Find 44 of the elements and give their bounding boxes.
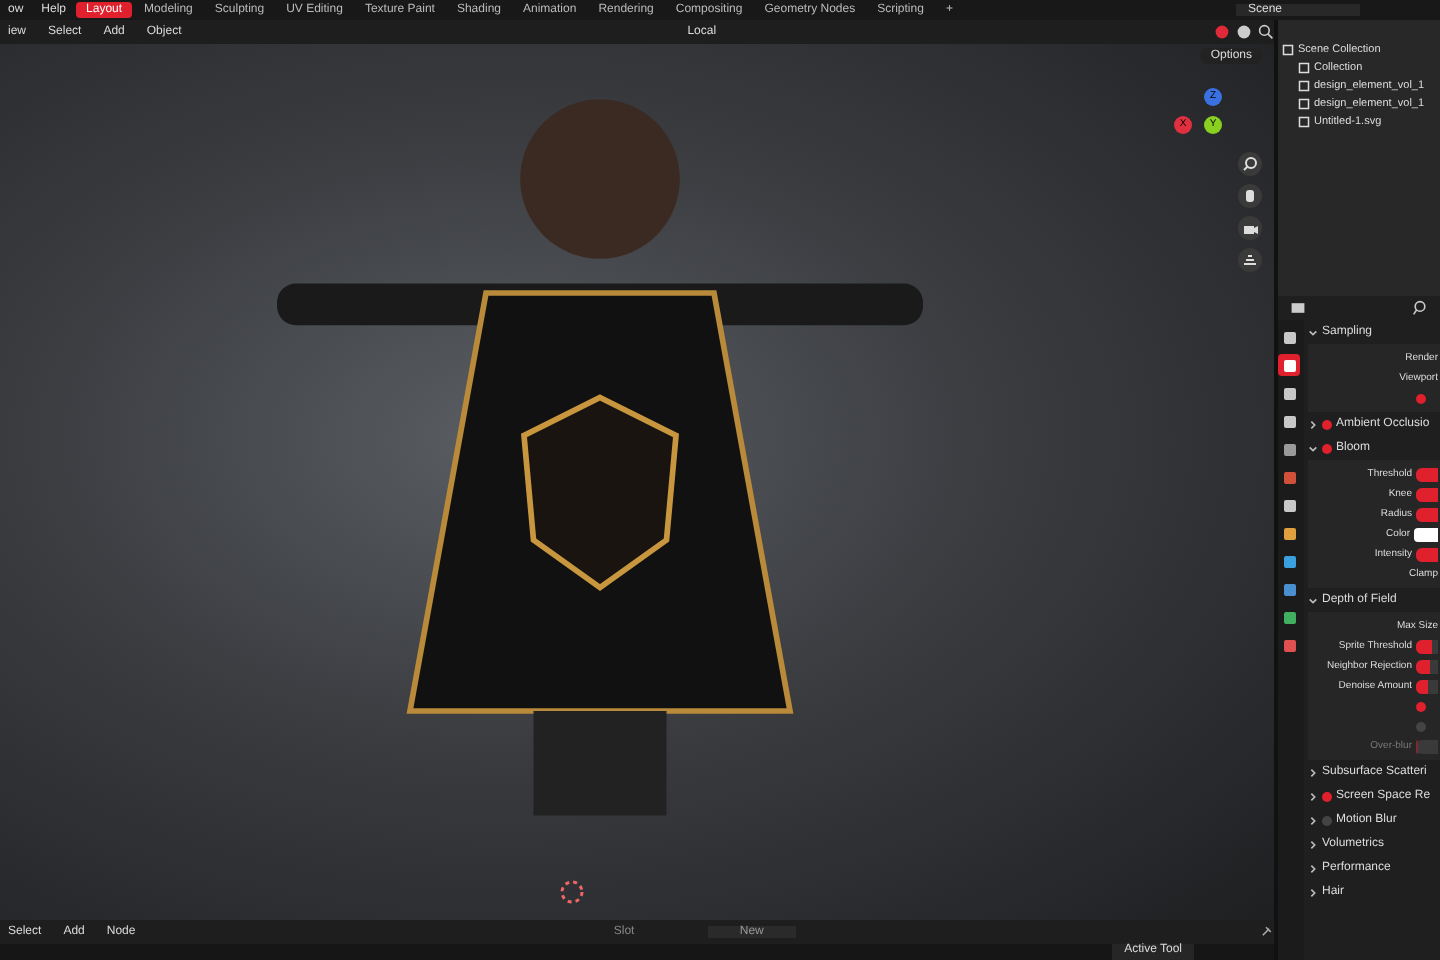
- properties-tab[interactable]: [1278, 382, 1300, 404]
- properties-tab[interactable]: [1278, 410, 1300, 432]
- solid-shading-icon[interactable]: [1236, 24, 1253, 40]
- enable-checkbox[interactable]: [1322, 419, 1332, 429]
- pin-icon[interactable]: [1258, 924, 1275, 940]
- 3d-cursor-icon: [560, 880, 584, 904]
- enable-checkbox[interactable]: [1322, 443, 1332, 453]
- value-slider[interactable]: [1416, 467, 1438, 481]
- search-icon[interactable]: [1258, 24, 1275, 40]
- value-slider[interactable]: [1416, 659, 1431, 673]
- chevron-icon: [1308, 419, 1318, 429]
- properties-tab[interactable]: [1278, 494, 1300, 516]
- chevron-icon: [1308, 887, 1318, 897]
- editor-type-icon[interactable]: [1290, 300, 1306, 316]
- chevron-icon: [1308, 839, 1318, 849]
- checkbox[interactable]: [1416, 721, 1426, 731]
- properties-tab[interactable]: [1278, 354, 1300, 376]
- enable-checkbox[interactable]: [1322, 791, 1332, 801]
- shading-icon[interactable]: [1214, 24, 1231, 40]
- enable-checkbox[interactable]: [1322, 815, 1332, 825]
- checkbox[interactable]: [1416, 393, 1426, 403]
- color-swatch[interactable]: [1414, 527, 1438, 541]
- chevron-icon: [1308, 327, 1318, 337]
- value-slider[interactable]: [1416, 507, 1438, 521]
- value-slider[interactable]: [1416, 679, 1427, 693]
- chevron-icon: [1308, 791, 1318, 801]
- properties-tab[interactable]: [1278, 578, 1300, 600]
- properties-tab[interactable]: [1278, 326, 1300, 348]
- search-icon[interactable]: [1412, 300, 1428, 316]
- chevron-icon: [1308, 443, 1318, 453]
- chevron-icon: [1308, 863, 1318, 873]
- chevron-icon: [1308, 595, 1318, 605]
- value-slider[interactable]: [1416, 547, 1438, 561]
- properties-tab[interactable]: [1278, 438, 1300, 460]
- zoom-icon[interactable]: [1238, 152, 1262, 176]
- properties-tab[interactable]: [1278, 550, 1300, 572]
- chevron-icon: [1308, 815, 1318, 825]
- properties-tab[interactable]: [1278, 522, 1300, 544]
- checkbox[interactable]: [1416, 701, 1426, 711]
- chevron-icon: [1308, 767, 1318, 777]
- properties-tab[interactable]: [1278, 606, 1300, 628]
- value-slider[interactable]: [1416, 487, 1438, 501]
- camera-icon[interactable]: [1238, 216, 1262, 240]
- value-slider[interactable]: [1416, 639, 1433, 653]
